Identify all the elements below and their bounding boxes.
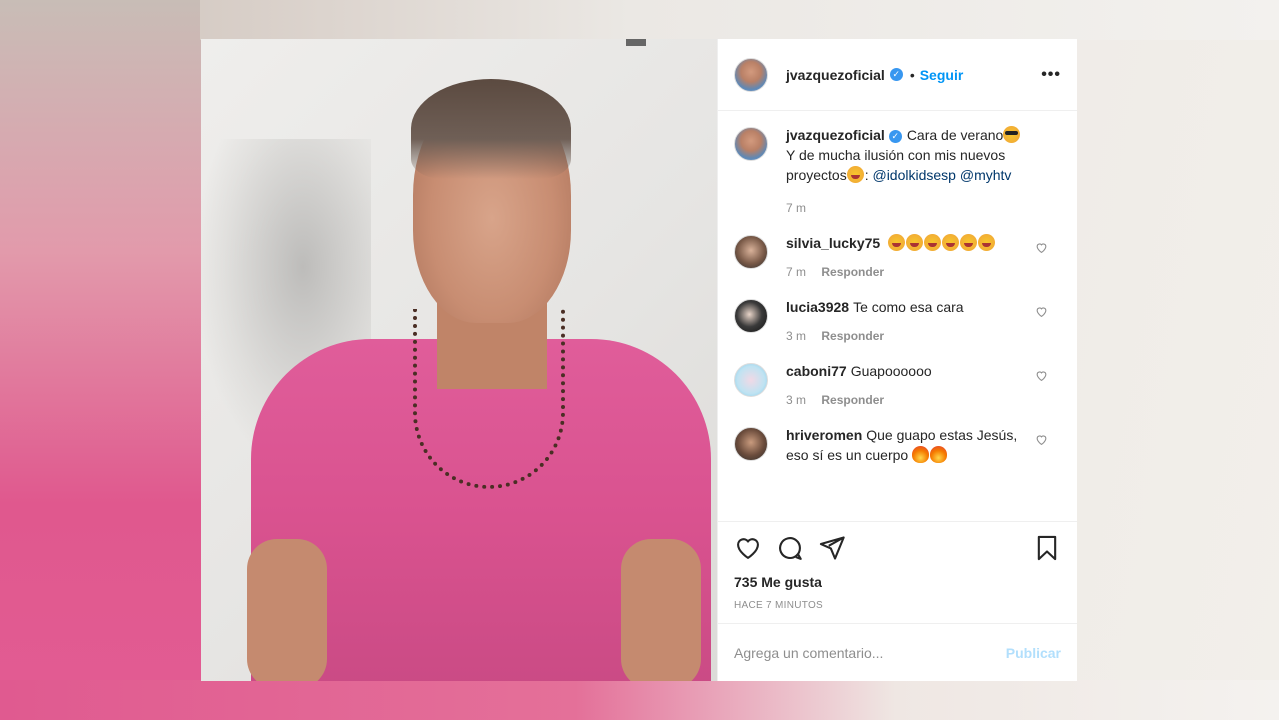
caption-meta: 7 m — [786, 201, 1036, 215]
comment-icon[interactable] — [776, 534, 804, 562]
comment-item: caboni77 Guapoooooo 3 m Responder — [734, 361, 1061, 407]
share-icon[interactable] — [818, 534, 846, 562]
comment-text: hriveromen Que guapo estas Jesús, eso sí … — [786, 425, 1036, 465]
heart-icon[interactable] — [734, 534, 762, 562]
background-blur-bottom — [0, 680, 1279, 720]
mention-idolkidsesp[interactable]: @idolkidsesp — [872, 167, 955, 183]
star-eyes-emoji-icon — [846, 166, 864, 183]
add-comment-bar: Publicar — [718, 623, 1077, 681]
small-heart-icon[interactable] — [1035, 241, 1049, 255]
verified-badge-icon: ✓ — [889, 68, 903, 81]
follow-button[interactable]: Seguir — [920, 67, 964, 83]
comment-meta: 7 m Responder — [786, 265, 1036, 279]
small-heart-icon[interactable] — [1035, 305, 1049, 319]
caption-avatar[interactable] — [734, 127, 768, 161]
comment-item: hriveromen Que guapo estas Jesús, eso sí … — [734, 425, 1061, 465]
reply-button[interactable]: Responder — [821, 393, 884, 407]
comment-message: Te como esa cara — [853, 299, 964, 315]
post-sidebar: jvazquezoficial ✓ • Seguir ••• jvazquezo… — [717, 39, 1077, 681]
commenter-avatar[interactable] — [734, 363, 768, 397]
bead-necklace — [413, 309, 565, 489]
action-icons — [734, 532, 1061, 564]
comment-text: silvia_lucky75 — [786, 233, 1036, 253]
comment-username[interactable]: caboni77 — [786, 363, 847, 379]
caption-text: jvazquezoficial ✓ Cara de verano Y de much… — [786, 125, 1036, 185]
likes-count[interactable]: 735 Me gusta — [734, 574, 1061, 590]
post-actions: 735 Me gusta HACE 7 MINUTOS — [718, 521, 1077, 623]
instagram-post: jvazquezoficial ✓ • Seguir ••• jvazquezo… — [201, 39, 1077, 681]
hair — [411, 79, 571, 179]
sunglasses-emoji-icon — [1003, 126, 1021, 143]
comment-time: 3 m — [786, 393, 807, 407]
reply-button[interactable]: Responder — [821, 329, 884, 343]
commenter-avatar[interactable] — [734, 427, 768, 461]
right-arm — [621, 539, 701, 681]
comment-item: silvia_lucky75 7 m Responder — [734, 233, 1061, 279]
comment-text: caboni77 Guapoooooo — [786, 361, 1036, 381]
small-heart-icon[interactable] — [1035, 433, 1049, 447]
caption-line2: Y de mucha ilusión con mis nuevos — [786, 147, 1006, 163]
fire-emoji-icon — [912, 446, 930, 463]
comment-item: lucia3928 Te como esa cara 3 m Responder — [734, 297, 1061, 343]
comment-username[interactable]: lucia3928 — [786, 299, 849, 315]
small-heart-icon[interactable] — [1035, 369, 1049, 383]
star-eyes-emoji-icon — [906, 234, 924, 251]
comment-username[interactable]: silvia_lucky75 — [786, 235, 880, 251]
comments-list[interactable]: jvazquezoficial ✓ Cara de verano Y de much… — [718, 111, 1077, 521]
author-username[interactable]: jvazquezoficial — [786, 67, 885, 83]
caption-line3: proyectos — [786, 167, 847, 183]
comment-meta: 3 m Responder — [786, 329, 1036, 343]
photo-clip — [626, 39, 646, 46]
comment-time: 7 m — [786, 265, 807, 279]
star-eyes-emoji-icon — [942, 234, 960, 251]
post-timestamp: HACE 7 MINUTOS — [734, 600, 824, 611]
post-header: jvazquezoficial ✓ • Seguir ••• — [718, 39, 1077, 111]
reply-button[interactable]: Responder — [821, 265, 884, 279]
author-avatar[interactable] — [734, 57, 768, 92]
star-eyes-emoji-icon — [978, 234, 996, 251]
caption: jvazquezoficial ✓ Cara de verano Y de much… — [734, 125, 1061, 215]
bookmark-icon[interactable] — [1033, 534, 1061, 562]
caption-mentions-sep: : — [864, 167, 869, 183]
comment-text: lucia3928 Te como esa cara — [786, 297, 1036, 317]
publish-button[interactable]: Publicar — [1006, 645, 1061, 661]
post-photo[interactable] — [201, 39, 717, 681]
more-options-icon[interactable]: ••• — [1041, 66, 1061, 84]
left-arm — [247, 539, 327, 681]
comment-username[interactable]: hriveromen — [786, 427, 862, 443]
commenter-avatar[interactable] — [734, 235, 768, 269]
background-blur-top — [200, 0, 1279, 40]
star-eyes-emoji-icon — [924, 234, 942, 251]
dot-separator: • — [909, 66, 915, 83]
verified-badge-icon: ✓ — [888, 130, 902, 143]
mention-myhtv[interactable]: @myhtv — [960, 167, 1012, 183]
fire-emoji-icon — [930, 446, 948, 463]
comment-meta: 3 m Responder — [786, 393, 1036, 407]
star-eyes-emoji-icon — [888, 234, 906, 251]
caption-time: 7 m — [786, 201, 807, 215]
star-eyes-emoji-icon — [960, 234, 978, 251]
caption-username[interactable]: jvazquezoficial — [786, 127, 885, 143]
comment-input[interactable] — [734, 644, 1006, 661]
comment-time: 3 m — [786, 329, 807, 343]
caption-line1: Cara de verano — [906, 127, 1004, 143]
comment-message: Guapoooooo — [850, 363, 932, 379]
commenter-avatar[interactable] — [734, 299, 768, 333]
